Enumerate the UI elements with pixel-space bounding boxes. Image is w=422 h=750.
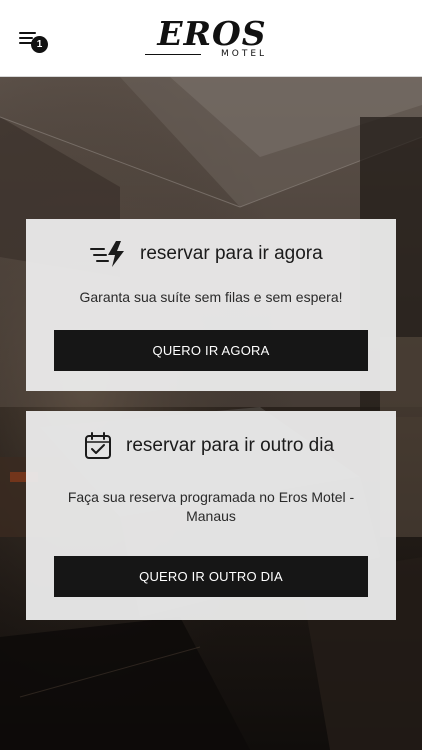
hamburger-icon (19, 32, 36, 34)
notification-badge: 1 (31, 36, 48, 53)
go-other-day-button[interactable]: QUERO IR OUTRO DIA (54, 556, 368, 597)
go-now-button[interactable]: QUERO IR AGORA (54, 330, 368, 371)
logo-subtitle: MOTEL (220, 49, 268, 59)
reserve-now-card: reservar para ir agora Garanta sua suíte… (26, 219, 396, 391)
reserve-now-title: reservar para ir agora (140, 243, 323, 264)
logo-divider (145, 54, 201, 55)
reserve-now-description: Garanta sua suíte sem filas e sem espera… (79, 289, 343, 305)
reserve-later-description: Faça sua reserva programada no Eros Mote… (67, 489, 355, 524)
reserve-later-title: reservar para ir outro dia (126, 435, 335, 456)
calendar-check-icon (85, 432, 111, 459)
menu-button[interactable]: 1 (16, 28, 50, 54)
app-header: 1 EROS MOTEL (0, 0, 422, 77)
fast-lightning-icon (90, 241, 124, 267)
eros-motel-logo[interactable]: EROS MOTEL (139, 16, 285, 62)
reserve-now-header: reservar para ir agora (90, 239, 323, 269)
hamburger-line (19, 37, 33, 39)
reserve-later-card: reservar para ir outro dia Faça sua rese… (26, 411, 396, 620)
logo-wordmark: EROS (157, 14, 267, 53)
reserve-later-header: reservar para ir outro dia (84, 431, 334, 461)
